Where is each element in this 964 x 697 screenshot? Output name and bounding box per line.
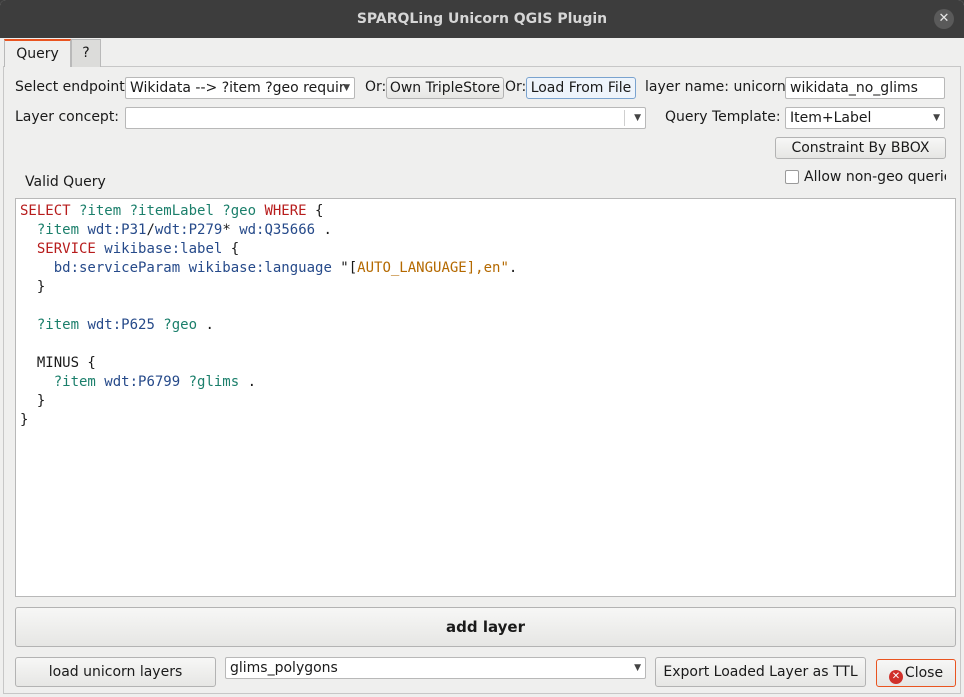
- code-line: SERVICE wikibase:label {: [20, 240, 951, 259]
- or-label-1: Or:: [365, 79, 387, 95]
- code-token: wdt:P31: [87, 222, 147, 238]
- chevron-down-icon: ▼: [634, 113, 641, 123]
- layer-concept-select[interactable]: ▼: [125, 107, 646, 129]
- code-token: AUTO_LANGUAGE: [357, 260, 467, 276]
- code-token: ],en": [466, 260, 509, 276]
- code-token: wdt:P279: [154, 222, 223, 238]
- code-token: SELECT: [20, 203, 80, 219]
- layer-concept-label: Layer concept:: [15, 109, 120, 125]
- code-line: MINUS {: [20, 354, 951, 373]
- combo-separator: [624, 110, 625, 126]
- code-token: ?item: [20, 222, 88, 238]
- constraint-bbox-button[interactable]: Constraint By BBOX: [775, 137, 946, 159]
- code-line: bd:serviceParam wikibase:language "[AUTO…: [20, 259, 951, 278]
- code-token: *: [222, 222, 240, 238]
- or-label-2: Or:: [505, 79, 527, 95]
- query-template-value: Item+Label: [790, 110, 872, 126]
- code-token: wdt:P625: [87, 317, 164, 333]
- close-button[interactable]: ✕ Close: [876, 659, 956, 687]
- code-line: ?item wdt:P6799 ?glims .: [20, 373, 951, 392]
- code-token: {: [222, 241, 240, 257]
- code-token: }: [20, 393, 46, 409]
- title-bar: SPARQLing Unicorn QGIS Plugin ✕: [0, 0, 964, 38]
- valid-query-label: Valid Query: [25, 174, 106, 190]
- query-editor[interactable]: SELECT ?item ?itemLabel ?geo WHERE { ?it…: [15, 198, 956, 597]
- chevron-down-icon: ▼: [343, 83, 350, 93]
- chevron-down-icon: ▼: [634, 663, 641, 673]
- code-line: SELECT ?item ?itemLabel ?geo WHERE {: [20, 202, 951, 221]
- endpoint-select[interactable]: Wikidata --> ?item ?geo requir ▼: [125, 77, 355, 99]
- code-token: /: [146, 222, 155, 238]
- allow-nongeo-checkbox[interactable]: [785, 170, 799, 184]
- code-token: .: [508, 260, 518, 276]
- code-token: ?item ?itemLabel ?geo: [79, 203, 265, 219]
- query-template-label: Query Template:: [665, 109, 781, 125]
- plugin-window: SPARQLing Unicorn QGIS Plugin ✕ Query ? …: [0, 0, 964, 697]
- load-from-file-button[interactable]: Load From File: [526, 77, 636, 99]
- export-ttl-button[interactable]: Export Loaded Layer as TTL: [655, 657, 866, 687]
- code-token: .: [315, 222, 332, 238]
- layer-select-value: glims_polygons: [230, 660, 338, 676]
- code-line: }: [20, 392, 951, 411]
- code-token: wikibase:language: [188, 260, 341, 276]
- code-token: WHERE: [264, 203, 307, 219]
- code-line: ?item wdt:P625 ?geo .: [20, 316, 951, 335]
- code-token: }: [20, 279, 46, 295]
- code-line: }: [20, 278, 951, 297]
- chevron-down-icon: ▼: [933, 113, 940, 123]
- tab-help[interactable]: ?: [71, 39, 101, 67]
- own-triplestore-button[interactable]: Own TripleStore: [386, 77, 504, 99]
- add-layer-button[interactable]: add layer: [15, 607, 956, 647]
- code-token: {: [306, 203, 324, 219]
- code-line: }: [20, 411, 951, 430]
- code-token: wdt:P6799: [104, 374, 189, 390]
- code-token: ?geo: [163, 317, 198, 333]
- close-icon: ✕: [888, 670, 903, 684]
- code-token: }: [20, 412, 29, 428]
- layer-select[interactable]: glims_polygons ▼: [225, 657, 646, 679]
- allow-nongeo-label: Allow non-geo querie: [804, 169, 946, 185]
- window-close-icon[interactable]: ✕: [934, 9, 954, 29]
- code-token: ?glims: [188, 374, 240, 390]
- endpoint-value: Wikidata --> ?item ?geo requir: [130, 80, 345, 96]
- code-token: "[: [340, 260, 358, 276]
- layer-name-label: layer name: unicorn_: [645, 79, 793, 95]
- code-token: SERVICE: [20, 241, 105, 257]
- code-token: wd:Q35666: [239, 222, 316, 238]
- code-token: wikibase:label: [104, 241, 223, 257]
- code-token: bd:serviceParam: [20, 260, 189, 276]
- endpoint-label: Select endpoint:: [15, 79, 130, 95]
- query-template-select[interactable]: Item+Label ▼: [785, 107, 945, 129]
- window-title: SPARQLing Unicorn QGIS Plugin: [356, 11, 608, 27]
- layer-name-input[interactable]: wikidata_no_glims: [785, 77, 945, 99]
- code-line: ?item wdt:P31/wdt:P279* wd:Q35666 .: [20, 221, 951, 240]
- close-button-label: Close: [904, 665, 944, 681]
- code-token: .: [197, 317, 214, 333]
- code-token: .: [239, 374, 257, 390]
- tab-query[interactable]: Query: [4, 39, 71, 67]
- code-token: ?item: [20, 374, 105, 390]
- load-unicorn-layers-button[interactable]: load unicorn layers: [15, 657, 216, 687]
- code-token: ?item: [20, 317, 88, 333]
- code-token: MINUS {: [20, 355, 96, 371]
